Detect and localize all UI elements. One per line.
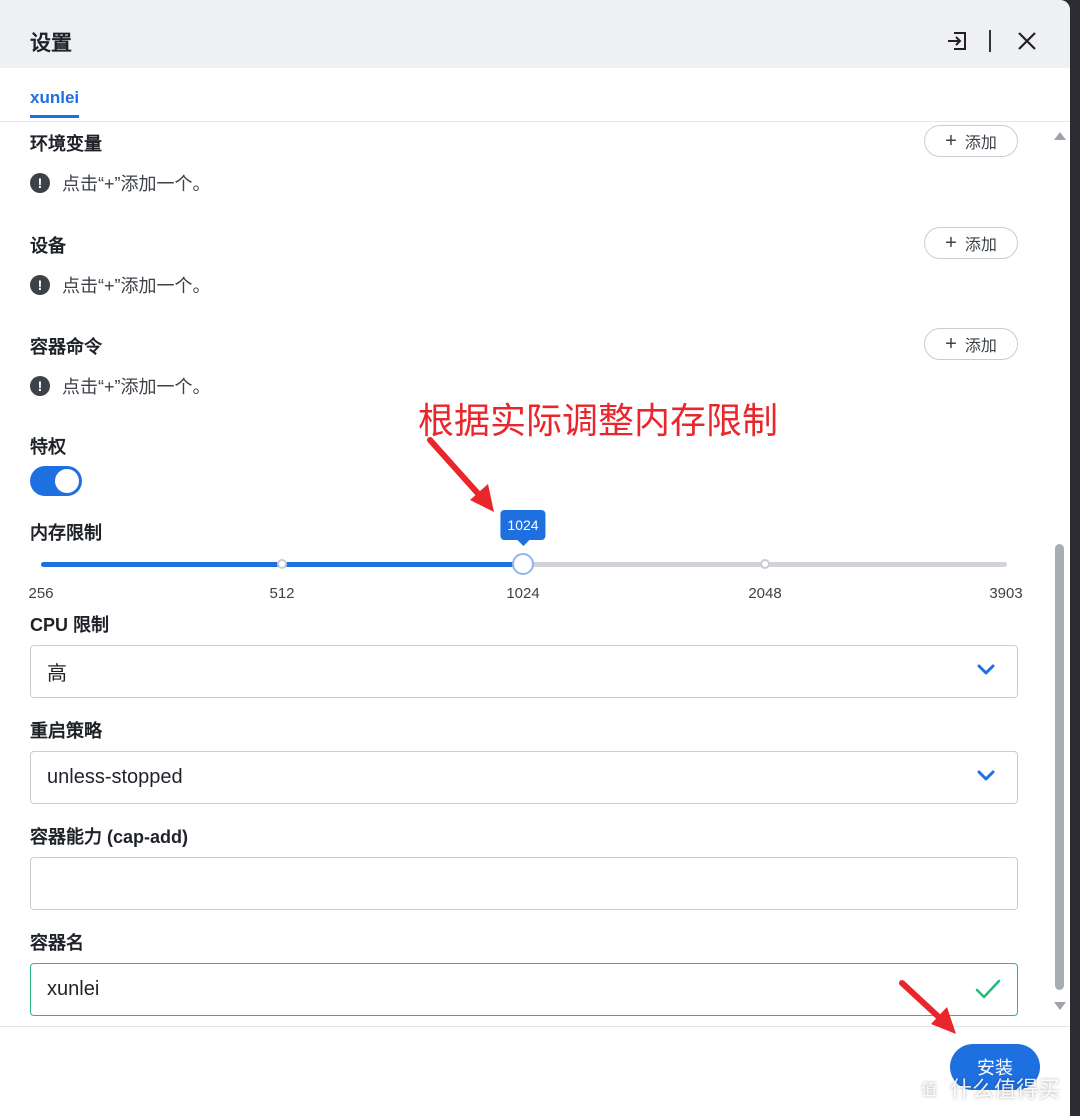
slider-tick: 1024 bbox=[506, 585, 540, 602]
container-name-input[interactable]: xunlei bbox=[30, 963, 1018, 1016]
devices-hint: ! 点击“+”添加一个。 bbox=[30, 272, 211, 298]
chevron-down-icon bbox=[977, 770, 995, 781]
watermark-text: 什么值得买 bbox=[950, 1077, 1061, 1102]
cap-add-input[interactable] bbox=[30, 857, 1018, 910]
env-add-label: 添加 bbox=[964, 135, 997, 152]
watermark: 值 什么值得买 bbox=[914, 1072, 1060, 1104]
slider-tick: 2048 bbox=[748, 585, 782, 602]
dialog-footer bbox=[0, 1026, 1070, 1116]
dialog-title: 设置 bbox=[30, 32, 72, 55]
container-name-value: xunlei bbox=[47, 978, 100, 1000]
close-button[interactable] bbox=[1010, 24, 1044, 58]
cpu-select[interactable]: 高 bbox=[30, 645, 1018, 698]
command-label: 容器命令 bbox=[30, 337, 102, 357]
chevron-down-icon bbox=[977, 664, 995, 675]
plus-icon: + bbox=[945, 232, 957, 254]
env-add-button[interactable]: + 添加 bbox=[924, 125, 1018, 157]
devices-add-button[interactable]: + 添加 bbox=[924, 227, 1018, 259]
info-icon: ! bbox=[30, 173, 50, 193]
memory-value-tooltip: 1024 bbox=[500, 510, 546, 546]
check-icon bbox=[975, 979, 1001, 999]
dialog-header: 设置 bbox=[0, 0, 1070, 68]
scroll-down-arrow-icon[interactable] bbox=[1054, 1002, 1066, 1010]
scrollbar-thumb[interactable] bbox=[1055, 544, 1064, 990]
header-separator bbox=[989, 30, 991, 52]
watermark-logo-icon: 值 bbox=[914, 1073, 944, 1103]
annotation-text: 根据实际调整内存限制 bbox=[418, 401, 779, 442]
toggle-knob bbox=[55, 469, 79, 493]
memory-label: 内存限制 bbox=[30, 523, 102, 543]
command-add-label: 添加 bbox=[964, 338, 997, 355]
slider-tick: 512 bbox=[269, 585, 295, 602]
devices-label: 设备 bbox=[30, 236, 66, 256]
restart-select[interactable]: unless-stopped bbox=[30, 751, 1018, 804]
command-add-button[interactable]: + 添加 bbox=[924, 328, 1018, 360]
env-label: 环境变量 bbox=[30, 134, 102, 154]
cap-add-label: 容器能力 (cap-add) bbox=[30, 827, 189, 847]
command-hint: ! 点击“+”添加一个。 bbox=[30, 373, 211, 399]
env-hint: ! 点击“+”添加一个。 bbox=[30, 170, 211, 196]
info-icon: ! bbox=[30, 376, 50, 396]
slider-tick: 3903 bbox=[989, 585, 1023, 602]
memory-slider[interactable] bbox=[41, 553, 1007, 575]
slider-mark-2048[interactable] bbox=[760, 559, 770, 569]
cpu-select-value: 高 bbox=[47, 663, 67, 685]
env-hint-text: 点击“+”添加一个。 bbox=[62, 174, 211, 194]
settings-dialog: 设置 xunlei 环境变量 + 添加 ! 点击“+”添加一个。 设备 + 添加… bbox=[0, 0, 1070, 1116]
restart-label: 重启策略 bbox=[30, 721, 102, 741]
plus-icon: + bbox=[945, 333, 957, 355]
scroll-up-arrow-icon[interactable] bbox=[1054, 132, 1066, 140]
privileged-toggle[interactable] bbox=[30, 466, 82, 496]
cpu-label: CPU 限制 bbox=[30, 615, 110, 635]
privileged-label: 特权 bbox=[30, 437, 66, 457]
export-button[interactable] bbox=[940, 24, 974, 58]
memory-slider-handle[interactable] bbox=[512, 553, 534, 575]
restart-select-value: unless-stopped bbox=[47, 766, 183, 788]
plus-icon: + bbox=[945, 130, 957, 152]
slider-mark-512[interactable] bbox=[277, 559, 287, 569]
command-hint-text: 点击“+”添加一个。 bbox=[62, 377, 211, 397]
export-icon bbox=[948, 32, 966, 50]
tab-xunlei[interactable]: xunlei bbox=[30, 88, 80, 118]
container-name-label: 容器名 bbox=[30, 933, 84, 953]
tab-bar: xunlei bbox=[0, 68, 1070, 122]
slider-tick: 256 bbox=[28, 585, 54, 602]
devices-add-label: 添加 bbox=[964, 237, 997, 254]
devices-hint-text: 点击“+”添加一个。 bbox=[62, 276, 211, 296]
close-icon bbox=[1018, 32, 1036, 50]
info-icon: ! bbox=[30, 275, 50, 295]
